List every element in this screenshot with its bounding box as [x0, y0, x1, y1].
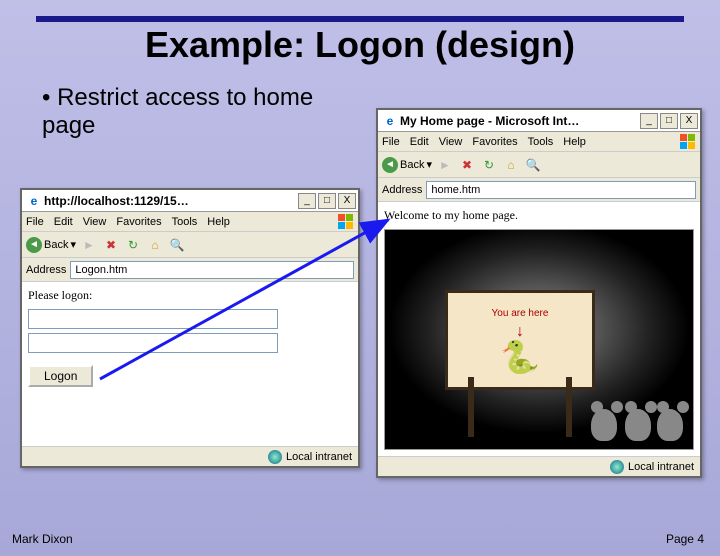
logon-button[interactable]: Logon [28, 365, 93, 387]
security-zone: Local intranet [286, 451, 352, 463]
comic-image: You are here ↓ 🐍 [384, 229, 694, 450]
refresh-icon[interactable]: ↻ [480, 156, 498, 174]
minimize-button[interactable]: _ [640, 113, 658, 129]
username-field[interactable] [28, 309, 278, 329]
menu-file[interactable]: File [382, 136, 400, 148]
windows-logo-icon [338, 214, 354, 230]
minimize-button[interactable]: _ [298, 193, 316, 209]
address-bar: Address home.htm [378, 178, 700, 202]
menu-view[interactable]: View [83, 216, 107, 228]
search-icon[interactable]: 🔍 [168, 236, 186, 254]
forward-button[interactable]: ► [436, 156, 454, 174]
menu-tools[interactable]: Tools [172, 216, 198, 228]
menu-edit[interactable]: Edit [54, 216, 73, 228]
back-label: Back [400, 159, 424, 171]
browser-window-home: e My Home page - Microsoft Int… _ □ X Fi… [376, 108, 702, 478]
slide-title: Example: Logon (design) [0, 24, 720, 66]
home-icon[interactable]: ⌂ [146, 236, 164, 254]
sign-board: You are here ↓ 🐍 [445, 290, 595, 390]
menu-view[interactable]: View [439, 136, 463, 148]
welcome-text: Welcome to my home page. [384, 208, 694, 223]
page-content: Please logon: Logon [22, 282, 358, 446]
chevron-down-icon: ▾ [70, 238, 76, 251]
footer-author: Mark Dixon [12, 532, 73, 546]
menubar: File Edit View Favorites Tools Help [378, 132, 700, 152]
windows-logo-icon [680, 134, 696, 150]
stop-icon[interactable]: ✖ [102, 236, 120, 254]
home-icon[interactable]: ⌂ [502, 156, 520, 174]
stop-icon[interactable]: ✖ [458, 156, 476, 174]
maximize-button[interactable]: □ [660, 113, 678, 129]
forward-button[interactable]: ► [80, 236, 98, 254]
menubar: File Edit View Favorites Tools Help [22, 212, 358, 232]
close-button[interactable]: X [338, 193, 356, 209]
menu-help[interactable]: Help [207, 216, 230, 228]
password-field[interactable] [28, 333, 278, 353]
ie-icon: e [27, 194, 41, 208]
footer-page: Page 4 [666, 532, 704, 546]
menu-edit[interactable]: Edit [410, 136, 429, 148]
address-bar: Address Logon.htm [22, 258, 358, 282]
address-input[interactable]: home.htm [426, 181, 696, 199]
titlebar[interactable]: e My Home page - Microsoft Int… _ □ X [378, 110, 700, 132]
mouse-figure [591, 401, 623, 441]
security-zone: Local intranet [628, 461, 694, 473]
address-label: Address [382, 184, 422, 196]
address-label: Address [26, 264, 66, 276]
snake-drawing: 🐍 [500, 341, 540, 373]
back-arrow-icon: ◄ [26, 237, 42, 253]
menu-file[interactable]: File [26, 216, 44, 228]
menu-favorites[interactable]: Favorites [472, 136, 517, 148]
status-bar: Local intranet [22, 446, 358, 466]
mouse-figure [657, 401, 689, 441]
back-arrow-icon: ◄ [382, 157, 398, 173]
toolbar: ◄ Back ▾ ► ✖ ↻ ⌂ 🔍 [22, 232, 358, 258]
window-title: http://localhost:1129/15… [44, 194, 298, 208]
back-button[interactable]: ◄ Back ▾ [26, 237, 76, 253]
slide-bullet: Restrict access to home page [42, 84, 342, 140]
page-content: Welcome to my home page. You are here ↓ … [378, 202, 700, 456]
zone-icon [268, 450, 282, 464]
logon-prompt: Please logon: [28, 288, 352, 303]
address-input[interactable]: Logon.htm [70, 261, 354, 279]
sign-text: You are here [492, 308, 549, 319]
maximize-button[interactable]: □ [318, 193, 336, 209]
ie-icon: e [383, 114, 397, 128]
browser-window-logon: e http://localhost:1129/15… _ □ X File E… [20, 188, 360, 468]
status-bar: Local intranet [378, 456, 700, 476]
window-title: My Home page - Microsoft Int… [400, 114, 640, 128]
menu-favorites[interactable]: Favorites [116, 216, 161, 228]
menu-tools[interactable]: Tools [528, 136, 554, 148]
menu-help[interactable]: Help [563, 136, 586, 148]
search-icon[interactable]: 🔍 [524, 156, 542, 174]
toolbar: ◄ Back ▾ ► ✖ ↻ ⌂ 🔍 [378, 152, 700, 178]
titlebar[interactable]: e http://localhost:1129/15… _ □ X [22, 190, 358, 212]
chevron-down-icon: ▾ [426, 158, 432, 171]
slide-accent-bar [36, 16, 684, 22]
mouse-figure [625, 401, 657, 441]
refresh-icon[interactable]: ↻ [124, 236, 142, 254]
zone-icon [610, 460, 624, 474]
arrow-down-icon: ↓ [516, 323, 524, 341]
close-button[interactable]: X [680, 113, 698, 129]
back-button[interactable]: ◄ Back ▾ [382, 157, 432, 173]
back-label: Back [44, 239, 68, 251]
